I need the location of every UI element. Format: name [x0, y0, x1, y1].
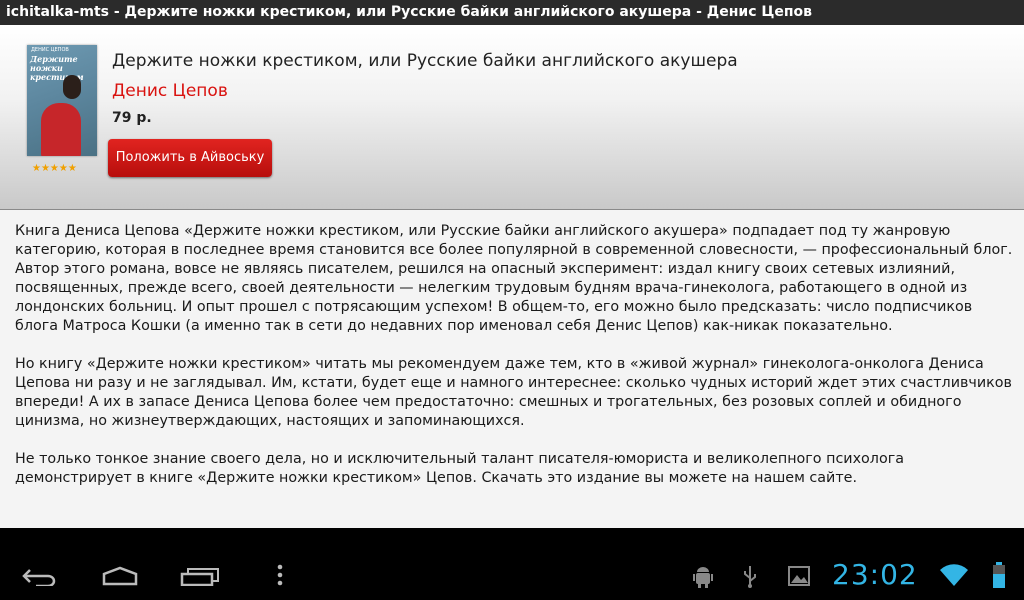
description-paragraph: Не только тонкое знание своего дела, но … [15, 451, 904, 486]
cover-author: ДЕНИС ЦЕПОВ [31, 47, 69, 53]
status-clock[interactable]: 23:02 [832, 558, 918, 591]
back-icon[interactable] [22, 568, 58, 590]
book-header: ДЕНИС ЦЕПОВ Держите ножки крестиком ★★★★… [0, 25, 1024, 210]
window-title: ichitalka-mts - Держите ножки крестиком,… [0, 0, 1024, 25]
book-cover[interactable]: ДЕНИС ЦЕПОВ Держите ножки крестиком [27, 45, 97, 156]
usb-icon [742, 566, 758, 592]
wifi-icon [940, 564, 968, 590]
menu-icon[interactable] [276, 564, 284, 590]
picture-icon [788, 566, 810, 590]
cover-title: Держите ножки крестиком [30, 54, 84, 82]
cover-figure-head [63, 75, 81, 99]
recent-apps-icon[interactable] [180, 568, 220, 590]
cover-figure [41, 103, 81, 156]
add-to-cart-button[interactable]: Положить в Айвоську [108, 139, 272, 177]
book-description: Книга Дениса Цепова «Держите ножки крест… [0, 210, 1024, 528]
rating-stars: ★★★★★ [32, 163, 77, 174]
book-title: Держите ножки крестиком, или Русские бай… [112, 51, 738, 71]
book-author[interactable]: Денис Цепов [112, 81, 228, 101]
android-debug-icon [692, 566, 714, 592]
book-price: 79 р. [112, 110, 152, 126]
description-paragraph: Книга Дениса Цепова «Держите ножки крест… [15, 223, 1013, 334]
system-navigation-bar: 23:02 [0, 528, 1024, 600]
home-icon[interactable] [100, 566, 140, 590]
description-paragraph: Но книгу «Держите ножки крестиком» читат… [15, 356, 1012, 429]
battery-icon [992, 562, 1006, 592]
